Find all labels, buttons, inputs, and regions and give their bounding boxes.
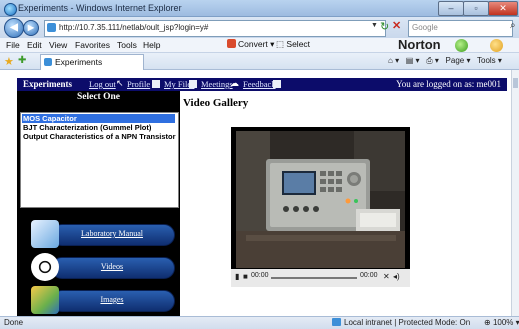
stop-icon[interactable]: ✕ xyxy=(392,19,401,32)
norton-logo[interactable]: Norton xyxy=(398,37,441,52)
menu-favorites[interactable]: Favorites xyxy=(75,40,110,50)
search-icon[interactable]: ⌕ xyxy=(510,20,516,31)
feedback-icon xyxy=(273,80,281,88)
maximize-button[interactable]: ▫ xyxy=(463,1,489,16)
zoom-control[interactable]: ⊕ 100% ▾ xyxy=(484,318,519,327)
minimize-button[interactable]: – xyxy=(438,1,464,16)
fullscreen-button[interactable]: ✕ xyxy=(383,272,390,281)
menu-bar: File Edit View Favorites Tools Help Conv… xyxy=(0,37,519,53)
play-button[interactable]: ▮ xyxy=(235,272,239,281)
tab-page-icon xyxy=(44,58,52,66)
status-text: Done xyxy=(4,318,24,327)
videos-button[interactable]: Videos xyxy=(23,253,175,281)
forward-button[interactable]: ▶ xyxy=(23,20,39,36)
nav-experiments-title: Experiments xyxy=(23,79,72,89)
favorites-bar: ★ ✚ Experiments ⌂ ▾ ▤ ▾ ⎙ ▾ Page ▾ Tools… xyxy=(0,53,519,70)
video-gallery-title: Video Gallery xyxy=(183,97,249,109)
address-dropdown-icon[interactable]: ▼ xyxy=(371,22,378,29)
profile-link[interactable]: Profile xyxy=(127,79,150,89)
search-input[interactable]: Google xyxy=(408,20,513,37)
norton-identity-icon[interactable] xyxy=(490,39,503,52)
add-favorites-icon[interactable]: ✚ xyxy=(18,55,26,66)
back-button[interactable]: ◀ xyxy=(4,18,24,38)
select-one-heading: Select One xyxy=(76,92,120,102)
command-bar: ⌂ ▾ ▤ ▾ ⎙ ▾ Page ▾ Tools ▾ xyxy=(388,56,502,65)
lab-equipment-scene xyxy=(236,131,405,268)
select-button[interactable]: ⬚ Select xyxy=(276,39,310,50)
scrollbar-thumb[interactable] xyxy=(513,78,518,88)
page-viewport: Experiments Log out ↖ Profile My Files M… xyxy=(0,70,511,316)
experiment-listbox[interactable]: MOS Capacitor BJT Characterization (Gumm… xyxy=(20,112,179,208)
feeds-icon[interactable]: ▤ xyxy=(406,56,414,65)
window-title-bar: Experiments - Windows Internet Explorer … xyxy=(0,0,519,17)
tab-experiments[interactable]: Experiments xyxy=(40,54,144,70)
page-menu-label: Page xyxy=(445,56,465,65)
menu-tools[interactable]: Tools xyxy=(117,40,137,50)
video-frame[interactable] xyxy=(236,131,405,268)
address-toolbar: ◀ ▶ http://10.7.35.111/netlab/oult_jsp?l… xyxy=(0,17,519,38)
tools-menu[interactable]: Tools ▾ xyxy=(477,56,502,65)
tools-menu-label: Tools xyxy=(477,56,496,65)
images-button[interactable]: Images xyxy=(23,286,175,314)
ie-logo-icon xyxy=(4,3,17,16)
menu-help[interactable]: Help xyxy=(143,40,160,50)
logged-in-status: You are logged on as: me001 xyxy=(396,79,501,89)
site-nav-bar: Experiments Log out ↖ Profile My Files M… xyxy=(17,78,507,91)
security-zone-label: Local intranet | Protected Mode: On xyxy=(344,318,471,327)
myfiles-icon xyxy=(189,80,197,88)
window-title: Experiments - Windows Internet Explorer xyxy=(18,3,182,13)
left-panel: Select One MOS Capacitor BJT Characteriz… xyxy=(17,91,180,316)
page-icon xyxy=(47,23,56,32)
tab-label: Experiments xyxy=(55,57,103,67)
logout-icon: ↖ xyxy=(116,78,124,88)
pdf-icon xyxy=(227,39,236,48)
address-bar[interactable]: http://10.7.35.111/netlab/oult_jsp?login… xyxy=(44,20,386,37)
time-total: 00:00 xyxy=(360,272,378,279)
favorites-star-icon[interactable]: ★ xyxy=(4,55,14,68)
profile-icon xyxy=(152,80,160,88)
select-label: Select xyxy=(286,39,311,49)
print-icon[interactable]: ⎙ xyxy=(426,56,432,65)
time-elapsed: 00:00 xyxy=(251,272,269,279)
norton-safe-icon[interactable] xyxy=(455,39,468,52)
page-scrollbar[interactable] xyxy=(511,70,519,316)
logout-link[interactable]: Log out xyxy=(89,79,116,89)
zoom-level: 100% xyxy=(492,318,514,327)
address-url: http://10.7.35.111/netlab/oult_jsp?login… xyxy=(59,23,209,32)
volume-button[interactable]: ◂) xyxy=(393,272,400,281)
page-menu[interactable]: Page ▾ xyxy=(446,56,471,65)
menu-view[interactable]: View xyxy=(49,40,67,50)
meetings-icon: ☁ xyxy=(230,78,239,88)
lab-manual-label: Laboratory Manual xyxy=(81,229,143,238)
convert-button[interactable]: Convert ▾ xyxy=(227,39,274,50)
videos-label: Videos xyxy=(100,262,124,271)
menu-edit[interactable]: Edit xyxy=(27,40,42,50)
images-label: Images xyxy=(100,295,124,304)
stop-button[interactable]: ■ xyxy=(243,272,248,281)
status-bar: Done Local intranet | Protected Mode: On… xyxy=(0,316,519,329)
close-button[interactable]: ✕ xyxy=(488,1,518,16)
video-player[interactable]: ▮ ■ 00:00 00:00 ✕ ◂) xyxy=(231,127,410,287)
experiment-option[interactable]: MOS Capacitor xyxy=(22,114,175,123)
home-icon[interactable]: ⌂ xyxy=(388,56,393,65)
seek-bar[interactable] xyxy=(271,277,357,279)
meetings-link[interactable]: Meetings xyxy=(201,79,233,89)
video-controls: ▮ ■ 00:00 00:00 ✕ ◂) xyxy=(231,269,410,287)
convert-label: Convert xyxy=(238,39,268,49)
menu-file[interactable]: File xyxy=(6,40,20,50)
intranet-icon xyxy=(332,318,341,326)
lab-manual-button[interactable]: Laboratory Manual xyxy=(23,220,175,248)
experiment-option[interactable]: Output Characteristics of a NPN Transist… xyxy=(22,132,176,141)
experiment-option[interactable]: BJT Characterization (Gummel Plot) xyxy=(22,123,151,132)
refresh-icon[interactable]: ↻ xyxy=(380,20,389,33)
security-zone: Local intranet | Protected Mode: On xyxy=(332,318,470,327)
feedback-link[interactable]: Feedback xyxy=(243,79,276,89)
